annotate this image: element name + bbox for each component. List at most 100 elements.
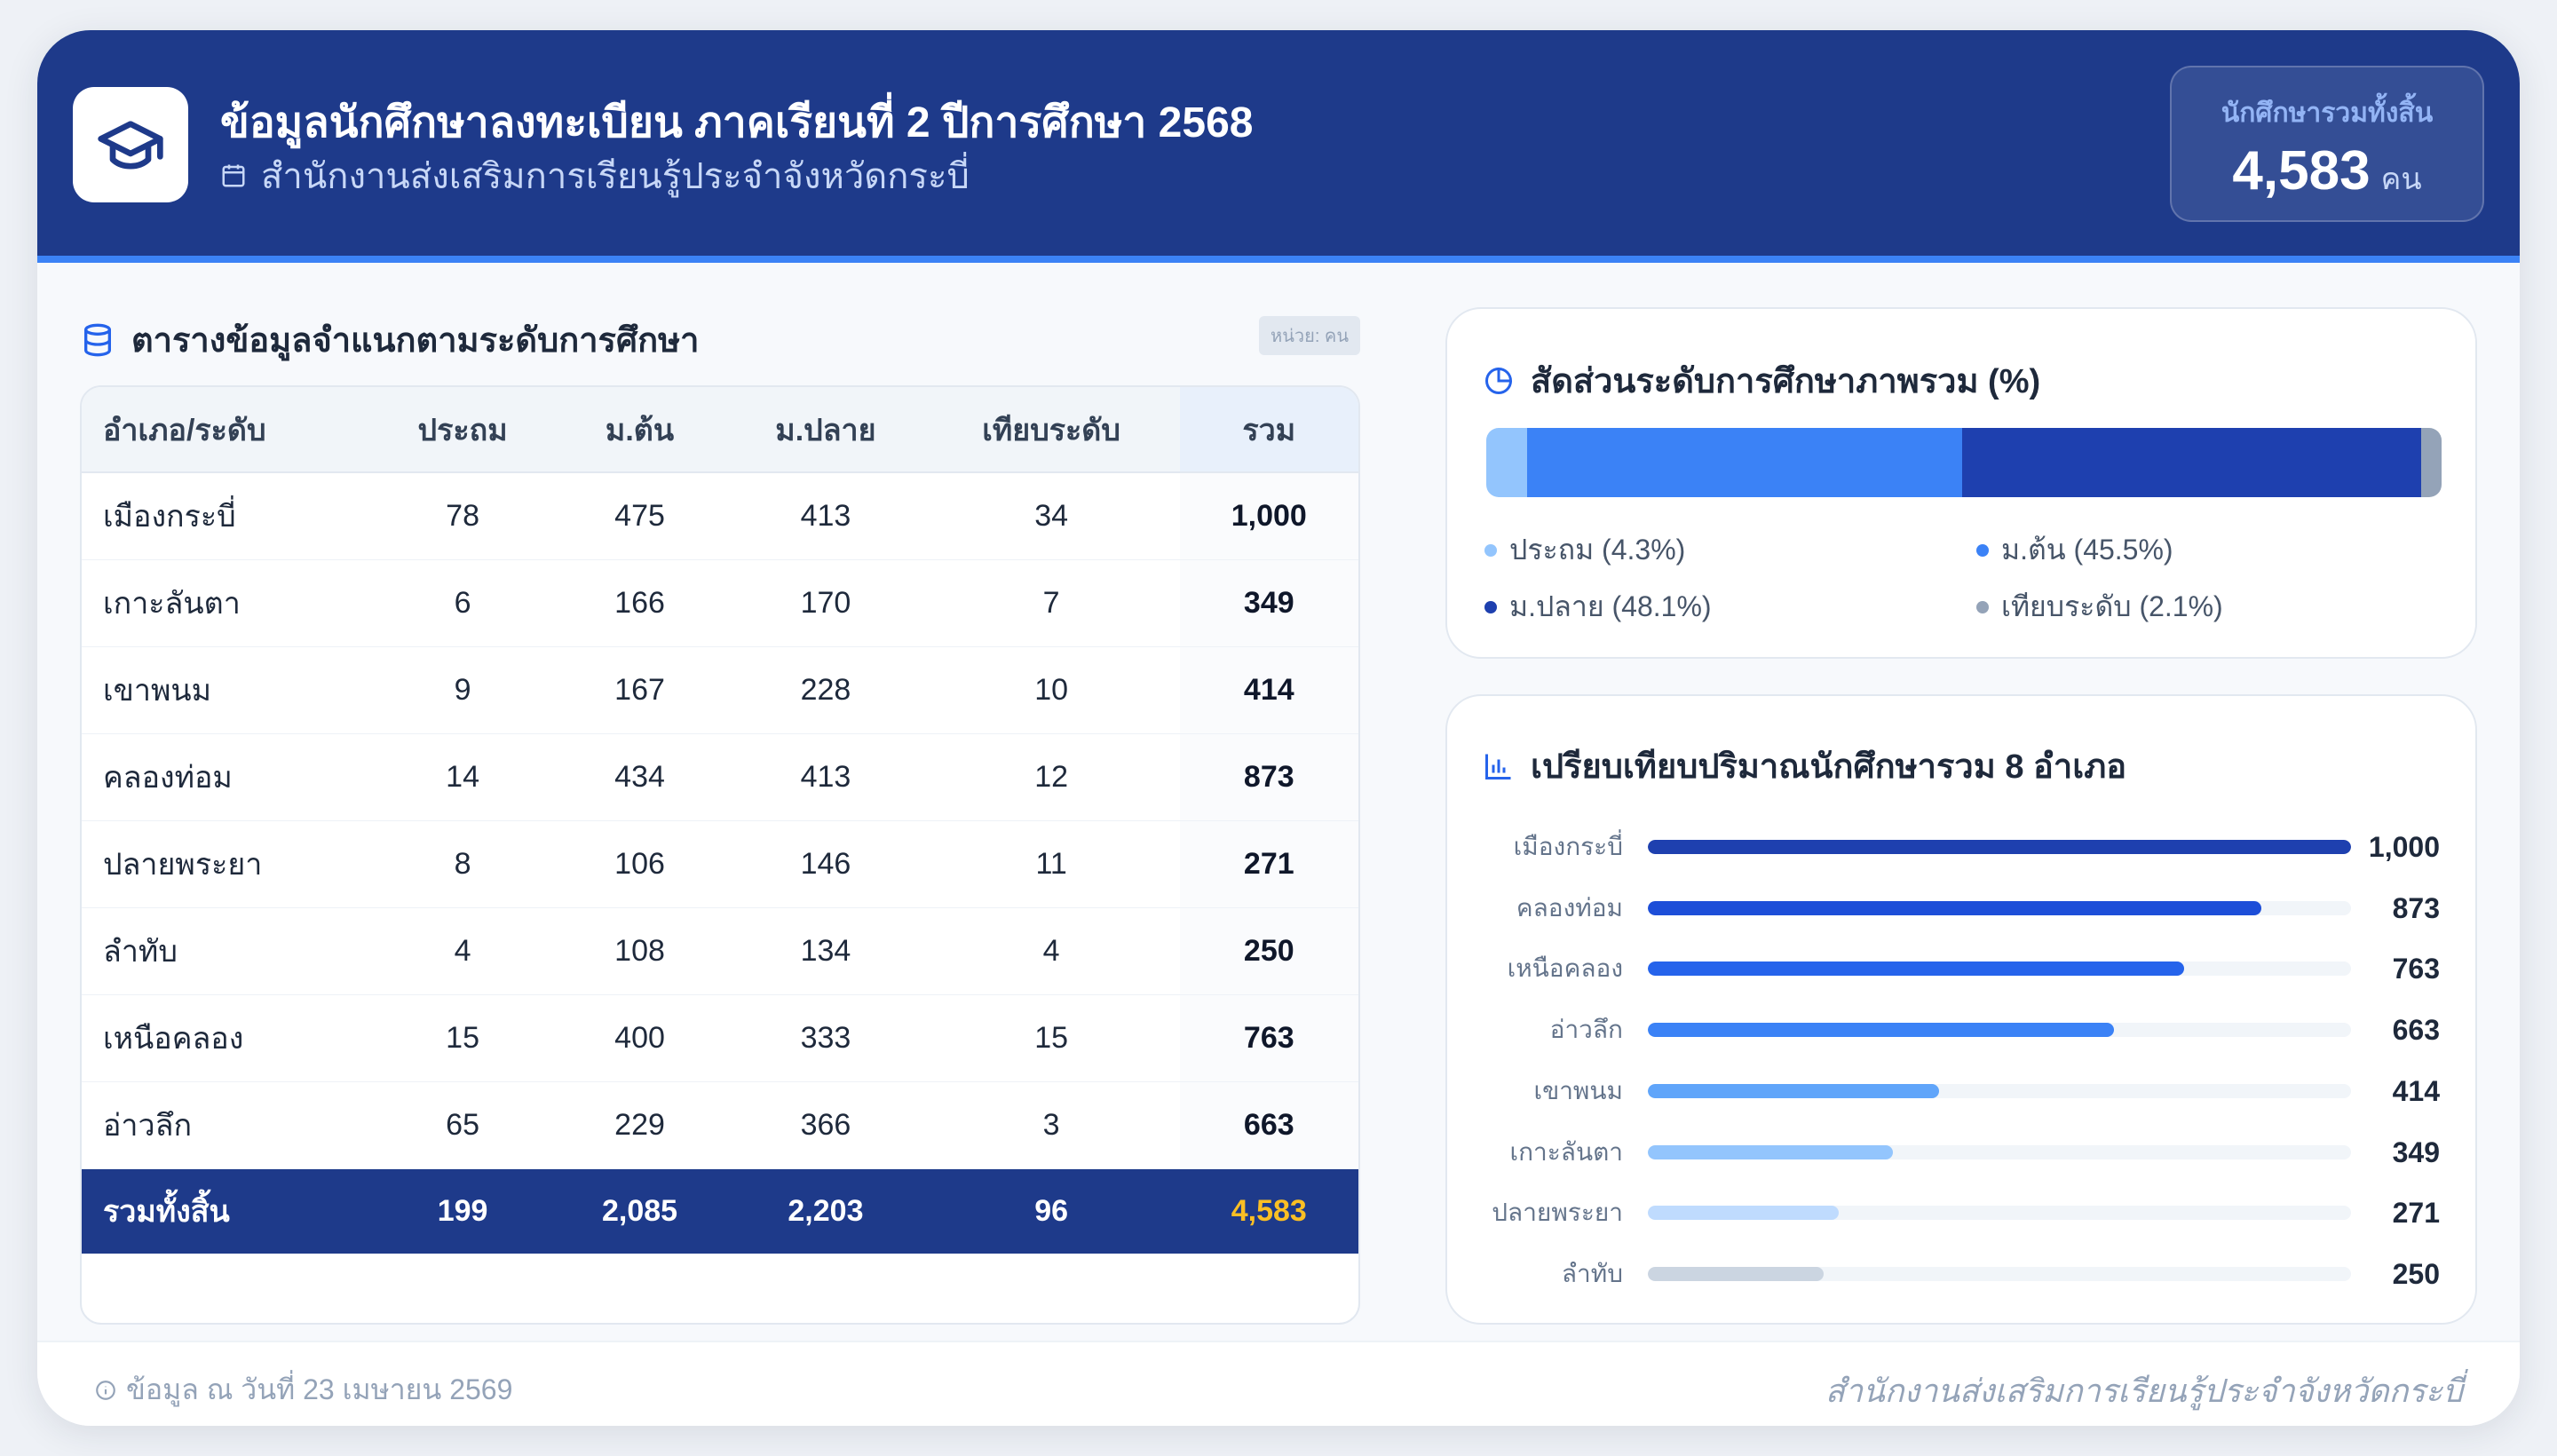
footer-date-text: ข้อมูล ณ วันที่ 23 เมษายน 2569 [126,1373,513,1405]
table-cell: 663 [1179,1081,1358,1169]
bar-fill [1648,1144,1894,1159]
table-cell: 475 [550,472,729,560]
bar-fill [1648,1023,2115,1038]
table-cell: 65 [374,1081,551,1169]
total-unit: คน [2380,162,2422,196]
table-cell: 166 [550,559,729,647]
total-row-cell: 96 [1034,1193,1069,1228]
header-accent-strip [37,256,2520,263]
table-cell: 228 [728,646,923,734]
total-row-cell: 199 [437,1193,488,1228]
bar-row: เขาพนม 414 [1447,1073,2475,1109]
table-row: คลองท่อม 14 434 413 12 873 [82,733,1358,821]
table-cell: 34 [922,472,1180,560]
total-students-box: นักศึกษารวมทั้งสิ้น 4,583 คน [2170,66,2484,222]
table-row: ปลายพระยา 8 106 146 11 271 [82,820,1358,908]
table-cell: 9 [374,646,551,734]
bar-value: 414 [2392,1074,2440,1107]
table-cell: 333 [728,994,923,1082]
column-header[interactable]: ม.ปลาย [728,387,923,473]
table-cell: 366 [728,1081,923,1169]
total-row-cell: 2,085 [601,1193,678,1228]
table-cell: เหนือคลอง [82,994,375,1082]
table-cell: 12 [922,733,1180,821]
header: ข้อมูลนักศึกษาลงทะเบียน ภาคเรียนที่ 2 ปี… [37,30,2520,263]
bar-row: เกาะลันตา 349 [1447,1135,2475,1170]
calendar-icon [222,164,245,187]
legend-dot [1976,543,1989,557]
bar-chart-icon [1485,754,1511,779]
database-icon [84,323,111,356]
bar-fill [1648,900,2262,915]
pie-chart-icon [1485,367,1513,394]
column-header[interactable]: อำเภอ/ระดับ [82,387,375,473]
bar-fill [1648,1083,1939,1098]
footer: ข้อมูล ณ วันที่ 23 เมษายน 2569 สำนักงานส… [37,1341,2520,1426]
bar-label: คลองท่อม [1516,893,1623,922]
table-cell: 763 [1179,994,1358,1082]
bar-row: อ่าวลึก 663 [1447,1012,2475,1048]
bar-label: ลำทับ [1561,1259,1623,1287]
ratio-segment [1961,428,2422,497]
table-cell: 1,000 [1179,472,1358,560]
bar-fill [1648,1206,1839,1221]
ratio-stacked-bar [1486,428,2442,497]
table-cell: 78 [374,472,551,560]
table-cell: 271 [1179,820,1358,908]
bar-track [1648,1144,2351,1159]
ratio-segment [2421,428,2442,497]
table-cell: 4 [922,907,1180,995]
footer-org: สำนักงานส่งเสริมการเรียนรู้ประจำจังหวัดก… [1825,1373,2463,1409]
bar-label: เขาพนม [1533,1076,1624,1104]
column-header[interactable]: เทียบระดับ [922,387,1180,473]
unit-tag: หน่วย: คน [1259,316,1360,355]
table-row: ลำทับ 4 108 134 4 250 [82,907,1358,995]
table-row: อ่าวลึก 65 229 366 3 663 [82,1081,1358,1169]
table-cell: อ่าวลึก [82,1081,375,1169]
table-cell: 134 [728,907,923,995]
bar-value: 349 [2392,1136,2440,1168]
table-row: เขาพนม 9 167 228 10 414 [82,646,1358,734]
graduation-cap-icon [98,121,163,170]
bar-track [1648,1206,2351,1221]
column-header[interactable]: ประถม [374,387,551,473]
ratio-segment [1486,428,1528,497]
bar-label: เกาะลันตา [1509,1137,1624,1166]
table-cell: 146 [728,820,923,908]
table-cell: 8 [374,820,551,908]
compare-panel-title: เปรียบเทียบปริมาณนักศึกษารวม 8 อำเภอ [1483,739,2126,793]
table-cell: 108 [550,907,729,995]
bar-value: 250 [2392,1257,2440,1290]
column-header[interactable]: ม.ต้น [550,387,729,473]
table-cell: เขาพนม [82,646,375,734]
table-cell: 434 [550,733,729,821]
table-cell: 400 [550,994,729,1082]
bar-fill [1648,961,2185,977]
table-cell: เกาะลันตา [82,559,375,647]
ratio-panel-title: สัดส่วนระดับการศึกษาภาพรวม (%) [1483,353,2040,408]
column-header[interactable]: รวม [1179,387,1358,473]
total-row-label: รวมทั้งสิ้น [103,1195,230,1230]
ratio-title-text: สัดส่วนระดับการศึกษาภาพรวม (%) [1531,363,2041,400]
bar-row: เหนือคลอง 763 [1447,951,2475,986]
bar-value: 1,000 [2368,831,2440,863]
table-cell: 14 [374,733,551,821]
grand-total-cell: 4,583 [1231,1193,1307,1228]
legend-label: ประถม (4.3%) [1509,534,1686,566]
bar-value: 271 [2392,1197,2440,1230]
total-value: 4,583 [2232,140,2371,202]
bar-label: ปลายพระยา [1492,1199,1623,1227]
compare-title-text: เปรียบเทียบปริมาณนักศึกษารวม 8 อำเภอ [1531,748,2127,786]
legend-item: ประถม (4.3%) [1484,527,1685,573]
table-cell: 15 [922,994,1180,1082]
table-cell: ปลายพระยา [82,820,375,908]
table-cell: 4 [374,907,551,995]
bar-track [1648,840,2351,854]
page-title: ข้อมูลนักศึกษาลงทะเบียน ภาคเรียนที่ 2 ปี… [220,99,1254,146]
bar-track [1648,1083,2351,1098]
bar-value: 873 [2392,891,2440,924]
bar-row: คลองท่อม 873 [1447,890,2475,926]
bar-row: เมืองกระบี่ 1,000 [1447,829,2475,865]
table-cell: 6 [374,559,551,647]
table-cell: 3 [922,1081,1180,1169]
